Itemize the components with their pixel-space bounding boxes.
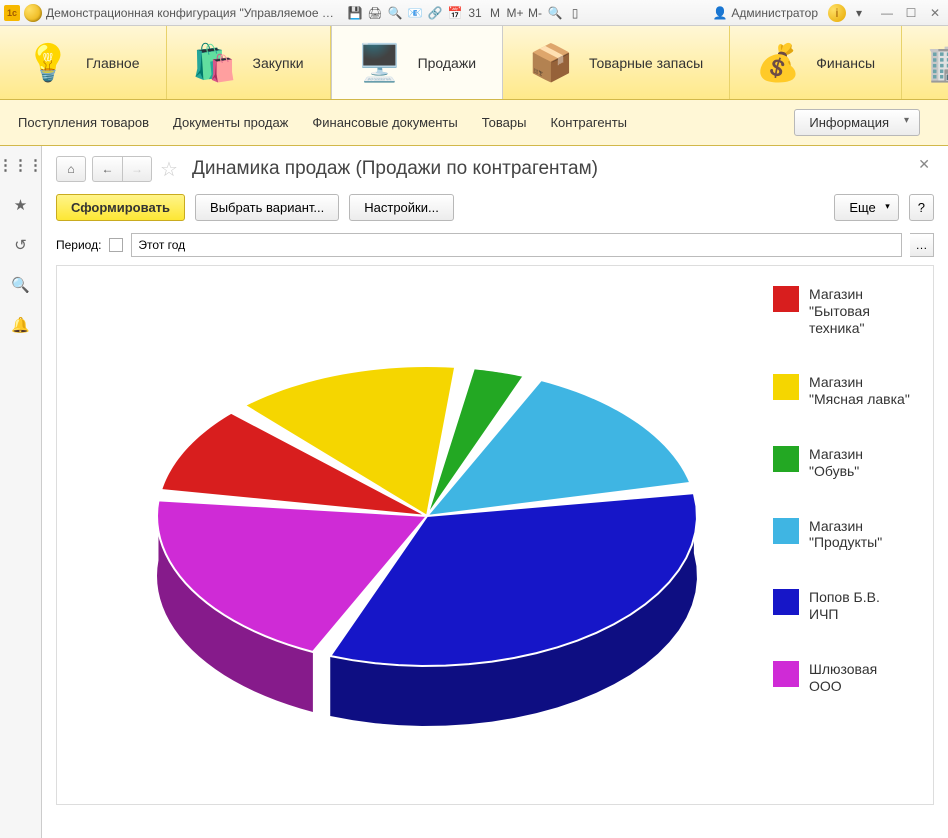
legend-swatch: [773, 589, 799, 615]
mail-icon[interactable]: 📧: [406, 4, 424, 22]
legend-swatch: [773, 286, 799, 312]
legend-label: Магазин "Бытовая техника": [809, 286, 913, 336]
nav-item-2[interactable]: 🖥️ Продажи: [331, 26, 503, 99]
legend-swatch: [773, 661, 799, 687]
titlebar: 1c Демонстрационная конфигурация "Управл…: [0, 0, 948, 26]
legend-item-3: Магазин "Продукты": [773, 518, 913, 552]
calc-mplus-icon[interactable]: M+: [506, 4, 524, 22]
subnav-info-dropdown[interactable]: Информация: [794, 109, 920, 136]
user-icon: 👤: [712, 6, 727, 20]
legend-item-4: Попов Б.В. ИЧП: [773, 589, 913, 623]
page-title: Динамика продаж (Продажи по контрагентам…: [192, 158, 598, 180]
user-name: Администратор: [731, 6, 818, 20]
legend-item-1: Магазин "Мясная лавка": [773, 374, 913, 408]
dropdown-orb-icon[interactable]: [24, 4, 42, 22]
nav-item-4[interactable]: 💰 Финансы: [730, 26, 902, 99]
history-icon[interactable]: ↺: [10, 234, 32, 256]
subnav-link-4[interactable]: Контрагенты: [550, 115, 627, 130]
calc-mminus-icon[interactable]: M-: [526, 4, 544, 22]
user-indicator[interactable]: 👤 Администратор: [712, 6, 818, 20]
content: ✕ ⌂ ← → ☆ Динамика продаж (Продажи по ко…: [42, 146, 948, 838]
period-label: Период:: [56, 238, 101, 252]
legend-label: Попов Б.В. ИЧП: [809, 589, 913, 623]
settings-button[interactable]: Настройки...: [349, 194, 454, 221]
notifications-icon[interactable]: 🔔: [10, 314, 32, 336]
calendar-icon[interactable]: 📅: [446, 4, 464, 22]
nav-item-1[interactable]: 🛍️ Закупки: [167, 26, 331, 99]
legend-swatch: [773, 518, 799, 544]
preview-icon[interactable]: 🔍: [386, 4, 404, 22]
info-icon[interactable]: i: [828, 4, 846, 22]
search-icon[interactable]: 🔍: [10, 274, 32, 296]
legend-swatch: [773, 446, 799, 472]
legend-label: Магазин "Обувь": [809, 446, 913, 480]
pie-chart: [77, 286, 777, 805]
favorite-icon[interactable]: ★: [10, 194, 32, 216]
nav-item-5[interactable]: 🏢Предприят: [902, 26, 948, 99]
legend-swatch: [773, 374, 799, 400]
subnav-link-1[interactable]: Документы продаж: [173, 115, 288, 130]
back-button[interactable]: ←: [92, 156, 122, 182]
legend-label: Магазин "Мясная лавка": [809, 374, 913, 408]
sidebar: ⋮⋮⋮ ★ ↺ 🔍 🔔: [0, 146, 42, 838]
choose-variant-button[interactable]: Выбрать вариант...: [195, 194, 339, 221]
generate-button[interactable]: Сформировать: [56, 194, 185, 221]
nav-label: Товарные запасы: [589, 55, 703, 71]
nav-icon: 💰: [756, 41, 800, 85]
nav-label: Продажи: [418, 55, 476, 71]
app-logo: 1c: [4, 5, 20, 21]
nav-label: Финансы: [816, 55, 875, 71]
subnav-link-3[interactable]: Товары: [482, 115, 527, 130]
more-button[interactable]: Еще▾: [834, 194, 898, 221]
nav-label: Главное: [86, 55, 140, 71]
window-title: Демонстрационная конфигурация "Управляем…: [46, 6, 336, 20]
nav-icon: 💡: [26, 41, 70, 85]
legend-item-2: Магазин "Обувь": [773, 446, 913, 480]
workspace: ⋮⋮⋮ ★ ↺ 🔍 🔔 ✕ ⌂ ← → ☆ Динамика продаж (П…: [0, 146, 948, 838]
home-button[interactable]: ⌂: [56, 156, 86, 182]
nav-icon: 🖥️: [358, 41, 402, 85]
nav-icon: 🏢: [928, 41, 948, 85]
legend-item-0: Магазин "Бытовая техника": [773, 286, 913, 336]
nav-label: Закупки: [253, 55, 304, 71]
nav-item-3[interactable]: 📦 Товарные запасы: [503, 26, 730, 99]
split-icon[interactable]: ▯: [566, 4, 584, 22]
chart-legend: Магазин "Бытовая техника" Магазин "Мясная…: [773, 286, 913, 694]
date-icon[interactable]: 31: [466, 4, 484, 22]
chart-area: Магазин "Бытовая техника" Магазин "Мясная…: [56, 265, 934, 805]
sub-nav: Поступления товаров Документы продаж Финан…: [0, 100, 948, 146]
minimize-button[interactable]: —: [878, 4, 896, 22]
period-input[interactable]: Этот год: [131, 233, 902, 257]
subnav-link-0[interactable]: Поступления товаров: [18, 115, 149, 130]
zoom-icon[interactable]: 🔍: [546, 4, 564, 22]
save-icon[interactable]: 💾: [346, 4, 364, 22]
legend-label: Магазин "Продукты": [809, 518, 913, 552]
nav-item-0[interactable]: 💡 Главное: [0, 26, 167, 99]
apps-icon[interactable]: ⋮⋮⋮: [10, 154, 32, 176]
legend-label: Шлюзовая ООО: [809, 661, 913, 695]
print-icon[interactable]: 🖨: [366, 4, 384, 22]
nav-icon: 🛍️: [193, 41, 237, 85]
link-icon[interactable]: 🔗: [426, 4, 444, 22]
period-picker-button[interactable]: …: [910, 233, 934, 257]
main-nav: 💡 Главное 🛍️ Закупки 🖥️ Продажи 📦 Товарные запа…: [0, 26, 948, 100]
help-button[interactable]: ?: [909, 194, 934, 221]
star-icon[interactable]: ☆: [158, 158, 180, 180]
forward-button[interactable]: →: [122, 156, 152, 182]
calc-m-icon[interactable]: M: [486, 4, 504, 22]
maximize-button[interactable]: ☐: [902, 4, 920, 22]
close-button[interactable]: ✕: [926, 4, 944, 22]
period-checkbox[interactable]: [109, 238, 123, 252]
legend-item-5: Шлюзовая ООО: [773, 661, 913, 695]
close-page-button[interactable]: ✕: [918, 156, 930, 173]
nav-icon: 📦: [529, 41, 573, 85]
info-dropdown-icon[interactable]: ▾: [850, 4, 868, 22]
subnav-link-2[interactable]: Финансовые документы: [312, 115, 457, 130]
